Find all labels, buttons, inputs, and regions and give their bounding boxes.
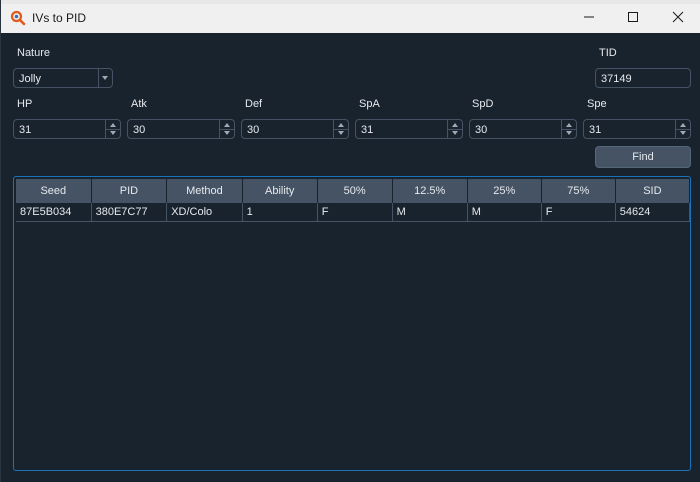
table-cell[interactable]: M: [392, 203, 468, 222]
chevron-down-icon: [98, 69, 112, 87]
column-header[interactable]: Ability: [242, 179, 318, 203]
column-header[interactable]: SID: [615, 179, 690, 203]
spd-spinbox[interactable]: 30: [469, 119, 577, 139]
table-cell[interactable]: M: [467, 203, 542, 222]
decrement-icon[interactable]: [106, 129, 120, 138]
table-cell[interactable]: F: [541, 203, 616, 222]
hp-value: 31: [19, 124, 32, 136]
app-search-icon: [10, 10, 26, 26]
table-cell[interactable]: F: [317, 203, 393, 222]
minimize-icon: [584, 16, 594, 18]
column-header[interactable]: 25%: [467, 179, 542, 203]
spin-arrows: [333, 120, 348, 138]
column-header[interactable]: Method: [166, 179, 243, 203]
title-bar[interactable]: IVs to PID: [1, 0, 700, 33]
ivs-to-pid-window: IVs to PID Nature Jolly TID 37149 HP Atk: [0, 0, 700, 482]
spin-arrows: [675, 120, 690, 138]
nature-label: Nature: [17, 47, 51, 59]
maximize-icon: [628, 12, 638, 22]
column-header[interactable]: PID: [91, 179, 168, 203]
spa-spinbox[interactable]: 31: [355, 119, 463, 139]
atk-label: Atk: [131, 98, 147, 110]
tid-input[interactable]: 37149: [595, 68, 691, 88]
nature-select[interactable]: Jolly: [13, 68, 113, 88]
spa-label: SpA: [359, 98, 380, 110]
window-title: IVs to PID: [32, 11, 87, 25]
hp-label: HP: [17, 98, 33, 110]
close-button[interactable]: [655, 7, 700, 29]
spin-arrows: [447, 120, 462, 138]
tid-label: TID: [599, 47, 617, 59]
def-label: Def: [245, 98, 263, 110]
hp-spinbox[interactable]: 31: [13, 119, 121, 139]
table-row[interactable]: 87E5B034 380E7C77 XD/Colo 1 F M M F 5462…: [16, 203, 690, 222]
minimize-button[interactable]: [566, 7, 612, 29]
def-value: 30: [247, 124, 260, 136]
table-cell[interactable]: 87E5B034: [16, 203, 92, 222]
column-header[interactable]: 12.5%: [392, 179, 468, 203]
decrement-icon[interactable]: [448, 129, 462, 138]
column-header[interactable]: Seed: [16, 179, 92, 203]
table-cell[interactable]: 54624: [615, 203, 690, 222]
atk-spinbox[interactable]: 30: [127, 119, 235, 139]
def-spinbox[interactable]: 30: [241, 119, 349, 139]
column-header[interactable]: 75%: [541, 179, 616, 203]
close-icon: [672, 11, 684, 23]
spin-arrows: [105, 120, 120, 138]
table-cell[interactable]: XD/Colo: [166, 203, 243, 222]
decrement-icon[interactable]: [334, 129, 348, 138]
decrement-icon[interactable]: [220, 129, 234, 138]
spe-label: Spe: [587, 98, 607, 110]
spa-value: 31: [361, 124, 374, 136]
decrement-icon[interactable]: [676, 129, 690, 138]
maximize-button[interactable]: [610, 7, 656, 29]
find-button[interactable]: Find: [595, 146, 691, 168]
spd-value: 30: [475, 124, 488, 136]
table-cell[interactable]: 380E7C77: [91, 203, 168, 222]
spd-label: SpD: [472, 98, 494, 110]
spin-arrows: [219, 120, 234, 138]
tid-value: 37149: [601, 73, 632, 85]
atk-value: 30: [133, 124, 146, 136]
results-table[interactable]: Seed PID Method Ability 50% 12.5% 25% 75…: [13, 176, 691, 471]
table-header-row: Seed PID Method Ability 50% 12.5% 25% 75…: [16, 179, 690, 203]
spe-value: 31: [589, 124, 602, 136]
table-cell[interactable]: 1: [242, 203, 318, 222]
spe-spinbox[interactable]: 31: [583, 119, 691, 139]
nature-value: Jolly: [19, 73, 42, 85]
column-header[interactable]: 50%: [317, 179, 393, 203]
spin-arrows: [561, 120, 576, 138]
decrement-icon[interactable]: [562, 129, 576, 138]
